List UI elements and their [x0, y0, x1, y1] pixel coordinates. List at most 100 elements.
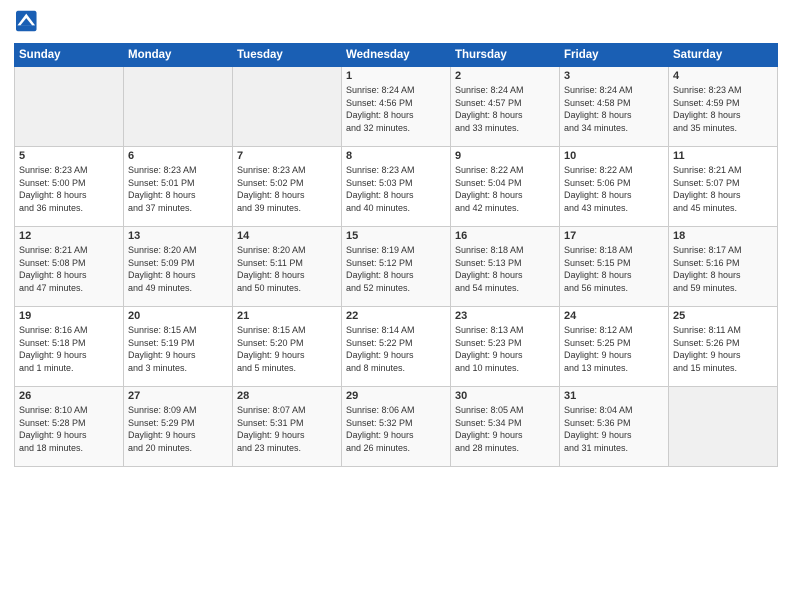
calendar-week-row: 19 Sunrise: 8:16 AM Sunset: 5:18 PM Dayli…	[15, 307, 778, 387]
calendar-day-cell	[233, 67, 342, 147]
calendar-day-cell: 23 Sunrise: 8:13 AM Sunset: 5:23 PM Dayli…	[451, 307, 560, 387]
calendar-body: 1Sunrise: 8:24 AM Sunset: 4:56 PM Daylig…	[15, 67, 778, 467]
day-number: 1	[346, 70, 446, 82]
day-info: Sunrise: 8:23 AM Sunset: 5:01 PM Dayligh…	[128, 164, 228, 214]
logo-icon	[16, 10, 38, 32]
day-number: 2	[455, 70, 555, 82]
calendar-day-cell	[15, 67, 124, 147]
calendar-week-row: 5Sunrise: 8:23 AM Sunset: 5:00 PM Daylig…	[15, 147, 778, 227]
day-number: 21	[237, 310, 337, 322]
day-info: Sunrise: 8:15 AM Sunset: 5:20 PM Dayligh…	[237, 324, 337, 374]
day-info: Sunrise: 8:24 AM Sunset: 4:58 PM Dayligh…	[564, 84, 664, 134]
day-number: 23	[455, 310, 555, 322]
calendar-day-cell: 14Sunrise: 8:20 AM Sunset: 5:11 PM Dayli…	[233, 227, 342, 307]
calendar-day-cell: 18 Sunrise: 8:17 AM Sunset: 5:16 PM Dayli…	[669, 227, 778, 307]
day-info: Sunrise: 8:23 AM Sunset: 5:03 PM Dayligh…	[346, 164, 446, 214]
day-number: 20	[128, 310, 228, 322]
weekday-header-cell: Saturday	[669, 44, 778, 67]
calendar-day-cell: 31Sunrise: 8:04 AM Sunset: 5:36 PM Dayli…	[560, 387, 669, 467]
day-info: Sunrise: 8:18 AM Sunset: 5:15 PM Dayligh…	[564, 244, 664, 294]
day-number: 26	[19, 390, 119, 402]
calendar-day-cell: 21 Sunrise: 8:15 AM Sunset: 5:20 PM Dayli…	[233, 307, 342, 387]
day-number: 18	[673, 230, 773, 242]
day-info: Sunrise: 8:17 AM Sunset: 5:16 PM Dayligh…	[673, 244, 773, 294]
weekday-header-cell: Friday	[560, 44, 669, 67]
calendar-day-cell: 30 Sunrise: 8:05 AM Sunset: 5:34 PM Dayli…	[451, 387, 560, 467]
calendar-table: SundayMondayTuesdayWednesdayThursdayFrid…	[14, 43, 778, 467]
day-info: Sunrise: 8:24 AM Sunset: 4:57 PM Dayligh…	[455, 84, 555, 134]
day-info: Sunrise: 8:16 AM Sunset: 5:18 PM Dayligh…	[19, 324, 119, 374]
calendar-day-cell: 28 Sunrise: 8:07 AM Sunset: 5:31 PM Dayli…	[233, 387, 342, 467]
day-number: 13	[128, 230, 228, 242]
calendar-day-cell: 6 Sunrise: 8:23 AM Sunset: 5:01 PM Daylig…	[124, 147, 233, 227]
day-number: 8	[346, 150, 446, 162]
day-number: 6	[128, 150, 228, 162]
day-info: Sunrise: 8:18 AM Sunset: 5:13 PM Dayligh…	[455, 244, 555, 294]
day-info: Sunrise: 8:15 AM Sunset: 5:19 PM Dayligh…	[128, 324, 228, 374]
calendar-day-cell: 5Sunrise: 8:23 AM Sunset: 5:00 PM Daylig…	[15, 147, 124, 227]
calendar-week-row: 1Sunrise: 8:24 AM Sunset: 4:56 PM Daylig…	[15, 67, 778, 147]
header	[14, 10, 778, 37]
calendar-day-cell: 13 Sunrise: 8:20 AM Sunset: 5:09 PM Dayli…	[124, 227, 233, 307]
calendar-day-cell	[669, 387, 778, 467]
calendar-day-cell: 2 Sunrise: 8:24 AM Sunset: 4:57 PM Daylig…	[451, 67, 560, 147]
calendar-day-cell: 12Sunrise: 8:21 AM Sunset: 5:08 PM Dayli…	[15, 227, 124, 307]
calendar-day-cell: 29Sunrise: 8:06 AM Sunset: 5:32 PM Dayli…	[342, 387, 451, 467]
calendar-day-cell: 16 Sunrise: 8:18 AM Sunset: 5:13 PM Dayli…	[451, 227, 560, 307]
day-info: Sunrise: 8:23 AM Sunset: 4:59 PM Dayligh…	[673, 84, 773, 134]
calendar-day-cell: 7 Sunrise: 8:23 AM Sunset: 5:02 PM Daylig…	[233, 147, 342, 227]
calendar-day-cell: 24Sunrise: 8:12 AM Sunset: 5:25 PM Dayli…	[560, 307, 669, 387]
weekday-header-cell: Tuesday	[233, 44, 342, 67]
day-number: 3	[564, 70, 664, 82]
weekday-header-row: SundayMondayTuesdayWednesdayThursdayFrid…	[15, 44, 778, 67]
day-number: 4	[673, 70, 773, 82]
calendar-day-cell: 17 Sunrise: 8:18 AM Sunset: 5:15 PM Dayli…	[560, 227, 669, 307]
weekday-header-cell: Wednesday	[342, 44, 451, 67]
day-info: Sunrise: 8:11 AM Sunset: 5:26 PM Dayligh…	[673, 324, 773, 374]
day-number: 27	[128, 390, 228, 402]
calendar-day-cell	[124, 67, 233, 147]
day-info: Sunrise: 8:22 AM Sunset: 5:04 PM Dayligh…	[455, 164, 555, 214]
day-number: 9	[455, 150, 555, 162]
weekday-header-cell: Sunday	[15, 44, 124, 67]
weekday-header-cell: Thursday	[451, 44, 560, 67]
calendar-day-cell: 11 Sunrise: 8:21 AM Sunset: 5:07 PM Dayli…	[669, 147, 778, 227]
calendar-day-cell: 3 Sunrise: 8:24 AM Sunset: 4:58 PM Daylig…	[560, 67, 669, 147]
calendar-day-cell: 26 Sunrise: 8:10 AM Sunset: 5:28 PM Dayli…	[15, 387, 124, 467]
calendar-day-cell: 27 Sunrise: 8:09 AM Sunset: 5:29 PM Dayli…	[124, 387, 233, 467]
day-number: 17	[564, 230, 664, 242]
day-info: Sunrise: 8:09 AM Sunset: 5:29 PM Dayligh…	[128, 404, 228, 454]
day-info: Sunrise: 8:21 AM Sunset: 5:07 PM Dayligh…	[673, 164, 773, 214]
day-info: Sunrise: 8:20 AM Sunset: 5:09 PM Dayligh…	[128, 244, 228, 294]
calendar-day-cell: 15Sunrise: 8:19 AM Sunset: 5:12 PM Dayli…	[342, 227, 451, 307]
day-number: 28	[237, 390, 337, 402]
calendar-day-cell: 19 Sunrise: 8:16 AM Sunset: 5:18 PM Dayli…	[15, 307, 124, 387]
day-info: Sunrise: 8:04 AM Sunset: 5:36 PM Dayligh…	[564, 404, 664, 454]
day-info: Sunrise: 8:14 AM Sunset: 5:22 PM Dayligh…	[346, 324, 446, 374]
day-info: Sunrise: 8:07 AM Sunset: 5:31 PM Dayligh…	[237, 404, 337, 454]
calendar-page: SundayMondayTuesdayWednesdayThursdayFrid…	[0, 0, 792, 612]
day-number: 7	[237, 150, 337, 162]
day-info: Sunrise: 8:06 AM Sunset: 5:32 PM Dayligh…	[346, 404, 446, 454]
day-number: 16	[455, 230, 555, 242]
day-info: Sunrise: 8:13 AM Sunset: 5:23 PM Dayligh…	[455, 324, 555, 374]
calendar-day-cell: 1Sunrise: 8:24 AM Sunset: 4:56 PM Daylig…	[342, 67, 451, 147]
calendar-day-cell: 10Sunrise: 8:22 AM Sunset: 5:06 PM Dayli…	[560, 147, 669, 227]
day-number: 24	[564, 310, 664, 322]
day-number: 15	[346, 230, 446, 242]
day-info: Sunrise: 8:10 AM Sunset: 5:28 PM Dayligh…	[19, 404, 119, 454]
day-info: Sunrise: 8:23 AM Sunset: 5:02 PM Dayligh…	[237, 164, 337, 214]
calendar-day-cell: 20 Sunrise: 8:15 AM Sunset: 5:19 PM Dayli…	[124, 307, 233, 387]
day-number: 25	[673, 310, 773, 322]
day-number: 30	[455, 390, 555, 402]
day-number: 12	[19, 230, 119, 242]
day-number: 11	[673, 150, 773, 162]
calendar-day-cell: 25 Sunrise: 8:11 AM Sunset: 5:26 PM Dayli…	[669, 307, 778, 387]
day-info: Sunrise: 8:22 AM Sunset: 5:06 PM Dayligh…	[564, 164, 664, 214]
day-number: 22	[346, 310, 446, 322]
calendar-day-cell: 9 Sunrise: 8:22 AM Sunset: 5:04 PM Daylig…	[451, 147, 560, 227]
day-info: Sunrise: 8:05 AM Sunset: 5:34 PM Dayligh…	[455, 404, 555, 454]
calendar-day-cell: 22 Sunrise: 8:14 AM Sunset: 5:22 PM Dayli…	[342, 307, 451, 387]
day-number: 19	[19, 310, 119, 322]
calendar-week-row: 26 Sunrise: 8:10 AM Sunset: 5:28 PM Dayli…	[15, 387, 778, 467]
